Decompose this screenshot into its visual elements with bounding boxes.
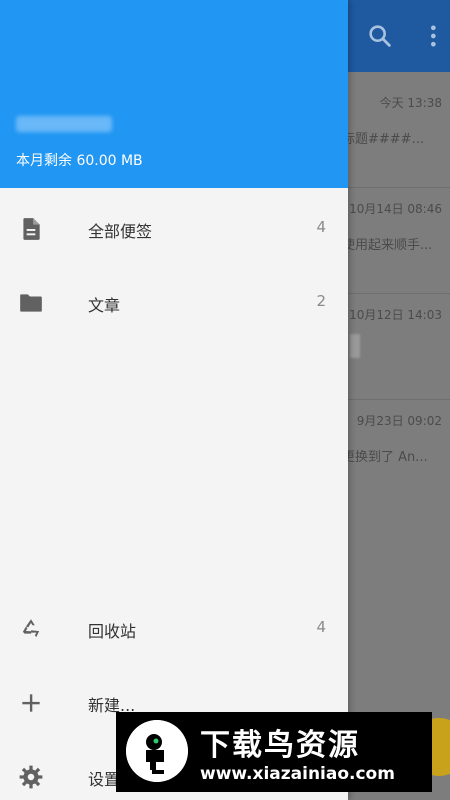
account-name-redacted [16,116,112,132]
recycle-icon [22,619,40,638]
drawer-item-count: 4 [316,218,326,236]
watermark-title: 下载鸟资源 [200,728,360,763]
drawer-item-articles[interactable]: 文章 2 [0,266,348,338]
drawer-item-recycle-bin[interactable]: 回收站 4 [0,592,348,664]
note-time: 10月14日 08:46 [349,202,442,216]
more-options-icon[interactable] [424,22,450,50]
drawer-item-count: 4 [316,618,326,636]
search-icon[interactable] [366,22,394,50]
navigation-drawer: 本月剩余 60.00 MB 全部便签 4 文章 2 回收站 4 新建... 设置 [0,0,348,800]
document-icon [23,218,40,240]
note-preview-redacted [350,334,360,358]
drawer-item-count: 2 [316,292,326,310]
gear-icon [19,765,43,789]
drawer-item-label: 回收站 [88,622,137,641]
watermark-banner: 下载鸟资源 www.xiazainiao.com [116,712,432,792]
drawer-header: 本月剩余 60.00 MB [0,0,348,188]
bird-logo-icon [126,720,188,782]
note-list-item[interactable]: 10月12日 14:03 [348,294,450,400]
watermark-url: www.xiazainiao.com [200,764,395,784]
note-preview: 标题####... [342,132,424,147]
note-list-item[interactable]: 9月23日 09:02 更换到了 An... [342,400,450,506]
plus-icon [22,694,40,712]
note-time: 10月12日 14:03 [349,308,442,322]
note-time: 9月23日 09:02 [356,414,442,428]
drawer-item-label: 全部便签 [88,222,153,241]
note-preview: 更换到了 An... [342,450,428,465]
note-preview: 使用起来顺手... [342,238,433,253]
drawer-item-all-notes[interactable]: 全部便签 4 [0,192,348,264]
drawer-item-label: 文章 [88,296,121,315]
folder-icon [20,294,42,312]
note-list-item[interactable]: 10月14日 08:46 使用起来顺手... [342,188,450,294]
note-list-item[interactable]: 今天 13:38 标题####... [342,82,450,188]
note-time: 今天 13:38 [379,96,442,110]
quota-remaining: 本月剩余 60.00 MB [16,153,143,169]
